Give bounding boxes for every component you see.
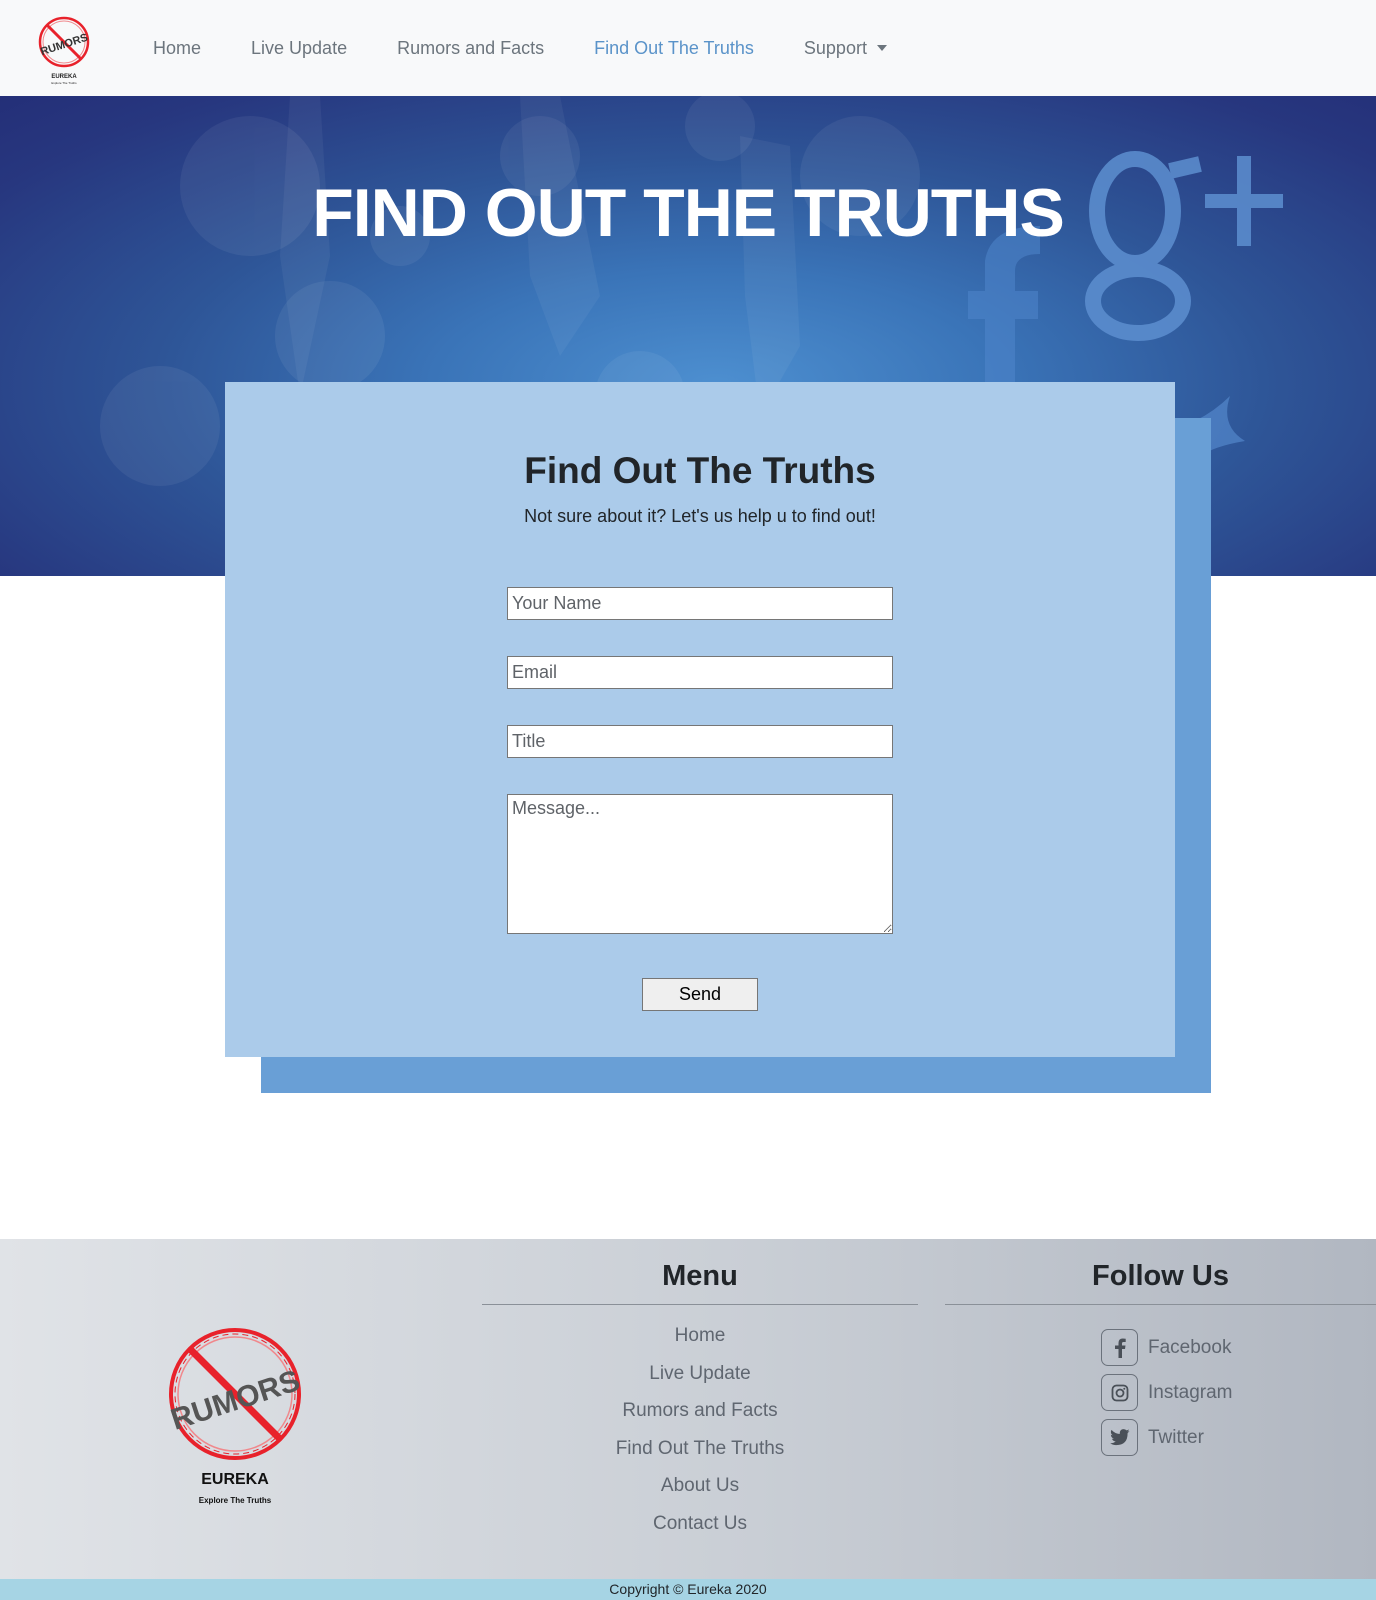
navbar: RUMORS EUREKA Explore The Truths Home Li…	[0, 0, 1376, 96]
footer-menu-column: Menu Home Live Update Rumors and Facts F…	[482, 1259, 918, 1546]
social-label-twitter: Twitter	[1148, 1426, 1204, 1448]
footer-logo: RUMORS EUREKA Explore The Truths	[165, 1324, 305, 1514]
brand-logo[interactable]: RUMORS EUREKA Explore The Truths	[36, 14, 92, 86]
name-input[interactable]	[507, 587, 893, 620]
hero-title: FIND OUT THE TRUTHS	[312, 175, 1065, 251]
copyright-text: Copyright © Eureka 2020	[609, 1581, 767, 1597]
footer-follow-column: Follow Us Facebook Instagram Twitter	[945, 1259, 1376, 1460]
footer-link-find-out-the-truths[interactable]: Find Out The Truths	[482, 1434, 918, 1472]
form-subtitle: Not sure about it? Let's us help u to fi…	[524, 506, 876, 526]
send-button[interactable]: Send	[642, 978, 758, 1011]
nav-support-label: Support	[803, 37, 867, 58]
facebook-icon	[1101, 1329, 1138, 1366]
svg-text:RUMORS: RUMORS	[39, 32, 89, 59]
svg-text:EUREKA: EUREKA	[201, 1471, 269, 1488]
social-link-twitter[interactable]: Twitter	[1101, 1415, 1376, 1460]
footer-link-rumors-and-facts[interactable]: Rumors and Facts	[482, 1396, 918, 1434]
footer-link-live-update[interactable]: Live Update	[482, 1359, 918, 1397]
nav-links: Home Live Update Rumors and Facts Find O…	[128, 0, 912, 96]
social-label-instagram: Instagram	[1148, 1381, 1233, 1403]
nav-live-update[interactable]: Live Update	[226, 38, 372, 59]
nav-find-out-the-truths[interactable]: Find Out The Truths	[569, 38, 779, 59]
social-link-instagram[interactable]: Instagram	[1101, 1370, 1376, 1415]
svg-text:Explore The Truths: Explore The Truths	[199, 1496, 272, 1505]
footer-link-home[interactable]: Home	[482, 1321, 918, 1359]
footer: RUMORS EUREKA Explore The Truths Menu Ho…	[0, 1239, 1376, 1579]
footer-link-contact-us[interactable]: Contact Us	[482, 1509, 918, 1547]
instagram-icon	[1101, 1374, 1138, 1411]
nav-support-dropdown[interactable]: Support	[779, 38, 912, 59]
email-input[interactable]	[507, 656, 893, 689]
footer-link-about-us[interactable]: About Us	[482, 1471, 918, 1509]
contact-form-card: Find Out The Truths Not sure about it? L…	[225, 382, 1175, 1057]
svg-text:Explore The Truths: Explore The Truths	[51, 81, 77, 85]
footer-menu-heading: Menu	[482, 1259, 918, 1305]
svg-text:EUREKA: EUREKA	[51, 74, 77, 80]
footer-follow-heading: Follow Us	[945, 1259, 1376, 1305]
title-input[interactable]	[507, 725, 893, 758]
form-title: Find Out The Truths	[524, 450, 876, 491]
copyright-bar: Copyright © Eureka 2020	[0, 1579, 1376, 1600]
footer-menu-list: Home Live Update Rumors and Facts Find O…	[482, 1321, 918, 1546]
nav-rumors-and-facts[interactable]: Rumors and Facts	[372, 38, 569, 59]
caret-down-icon	[876, 44, 887, 51]
social-label-facebook: Facebook	[1148, 1336, 1232, 1358]
nav-home[interactable]: Home	[128, 38, 226, 59]
twitter-icon	[1101, 1419, 1138, 1456]
social-link-facebook[interactable]: Facebook	[1101, 1325, 1376, 1370]
svg-text:RUMORS: RUMORS	[167, 1364, 304, 1437]
message-textarea[interactable]	[507, 794, 893, 934]
social-list: Facebook Instagram Twitter	[945, 1325, 1376, 1460]
